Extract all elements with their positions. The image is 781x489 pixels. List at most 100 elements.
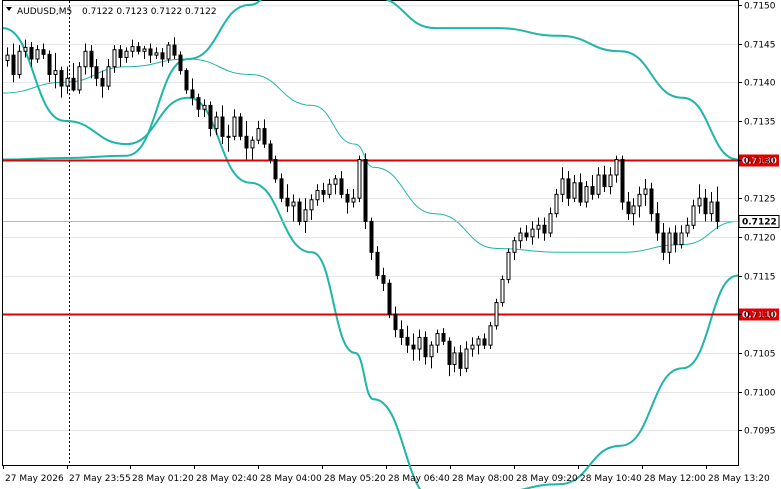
candle-body — [118, 49, 123, 58]
candle-body — [458, 352, 463, 369]
candle-body — [94, 66, 99, 79]
candle-body — [536, 224, 541, 230]
dropdown-triangle-icon[interactable] — [6, 7, 12, 11]
x-tick-label: 28 May 08:00 — [452, 474, 514, 484]
time-axis[interactable]: 27 May 2026 27 May 23:55 28 May 01:20 28 Ma… — [3, 465, 770, 484]
y-tick-label: 0.7145 — [744, 41, 776, 51]
candles — [5, 37, 720, 377]
candle-body — [506, 251, 511, 280]
candle-body — [697, 197, 702, 207]
candle-body — [464, 348, 469, 369]
candle-body — [226, 135, 231, 138]
x-tick-label: 28 May 13:20 — [708, 474, 770, 484]
y-tick-label: 0.7110 — [744, 311, 776, 321]
candle-body — [297, 201, 302, 222]
candle-body — [655, 213, 660, 234]
candle-body — [53, 70, 58, 75]
candle-body — [100, 77, 105, 87]
price-axis[interactable]: 0.7150 0.7145 0.7140 0.7135 0.7130 0.7125 0.71… — [738, 2, 780, 437]
candle-body — [89, 50, 94, 68]
y-tick-label: 0.7150 — [744, 2, 776, 12]
ohlc-values: 0.7122 0.7123 0.7122 0.7122 — [82, 7, 217, 17]
x-tick-label: 27 May 2026 — [5, 474, 64, 484]
candle-body — [315, 189, 320, 201]
candle-body — [339, 178, 344, 195]
x-tick-label: 28 May 01:20 — [132, 474, 194, 484]
candle-body — [351, 197, 356, 203]
candle-body — [596, 174, 601, 195]
candle-body — [560, 178, 565, 195]
x-tick-label: 28 May 06:40 — [388, 474, 450, 484]
candle-body — [136, 46, 141, 52]
candle-body — [429, 344, 434, 358]
candle-body — [357, 159, 362, 199]
candle-body — [566, 178, 571, 199]
candle-body — [256, 128, 261, 141]
candle-body — [172, 44, 177, 56]
candle-body — [166, 44, 171, 60]
candle-body — [148, 48, 153, 56]
candle-body — [184, 70, 189, 91]
candle-body — [244, 135, 249, 149]
candle-body — [83, 50, 88, 68]
candle-body — [142, 48, 147, 52]
candle-body — [41, 49, 46, 55]
candle-body — [590, 186, 595, 195]
y-tick-label: 0.7095 — [744, 427, 776, 437]
candle-body — [649, 188, 654, 215]
y-tick-label: 0.7120 — [744, 234, 776, 244]
candle-body — [160, 52, 165, 60]
band-upper — [2, 0, 739, 161]
candle-body — [47, 53, 52, 75]
candle-body — [5, 54, 10, 62]
candle-body — [620, 159, 625, 203]
candle-body — [500, 278, 505, 304]
candle-body — [321, 189, 326, 195]
candle-body — [220, 116, 225, 137]
y-tick-label: 0.7115 — [744, 273, 776, 283]
candle-body — [333, 178, 338, 185]
band-lower — [2, 27, 739, 489]
candle-body — [208, 104, 213, 130]
candle-body — [685, 224, 690, 234]
candle-body — [250, 139, 255, 149]
candle-body — [393, 313, 398, 331]
y-tick-label: 0.7135 — [744, 118, 776, 128]
x-tick-label: 28 May 04:00 — [260, 474, 322, 484]
chart-window[interactable]: 0.7130 0.7110 0.7150 0.7145 0.7140 0.7135 0.7… — [0, 0, 781, 489]
candle-body — [709, 201, 714, 215]
candle-body — [482, 338, 487, 346]
candle-body — [279, 178, 284, 199]
candle-body — [518, 232, 523, 242]
x-tick-label: 28 May 02:40 — [196, 474, 258, 484]
candle-body — [387, 282, 392, 315]
x-tick-label: 27 May 23:55 — [69, 474, 131, 484]
candle-body — [369, 220, 374, 253]
x-tick-label: 28 May 09:20 — [516, 474, 578, 484]
candle-body — [602, 174, 607, 188]
y-tick-label: 0.7125 — [744, 195, 776, 205]
candle-body — [441, 333, 446, 342]
candle-body — [190, 89, 195, 99]
candle-body — [548, 213, 553, 234]
candle-body — [178, 54, 183, 72]
candle-body — [232, 116, 237, 137]
candle-body — [691, 205, 696, 226]
candle-body — [35, 49, 40, 60]
candle-body — [452, 352, 457, 365]
candle-body — [262, 128, 267, 145]
candle-body — [715, 201, 720, 222]
y-tick-label: 0.7140 — [744, 79, 776, 89]
candle-body — [572, 182, 577, 199]
candle-body — [238, 116, 243, 137]
candle-body — [554, 193, 559, 215]
candle-body — [124, 50, 129, 58]
candle-body — [196, 97, 201, 110]
candle-body — [417, 336, 422, 350]
price-chart[interactable]: 0.71300.7110 0.71500.71450.71400.71350.7… — [0, 0, 781, 489]
candle-body — [626, 201, 631, 215]
candle-body — [71, 77, 76, 91]
candle-body — [411, 344, 416, 350]
candle-body — [637, 193, 642, 207]
candle-body — [608, 174, 613, 188]
